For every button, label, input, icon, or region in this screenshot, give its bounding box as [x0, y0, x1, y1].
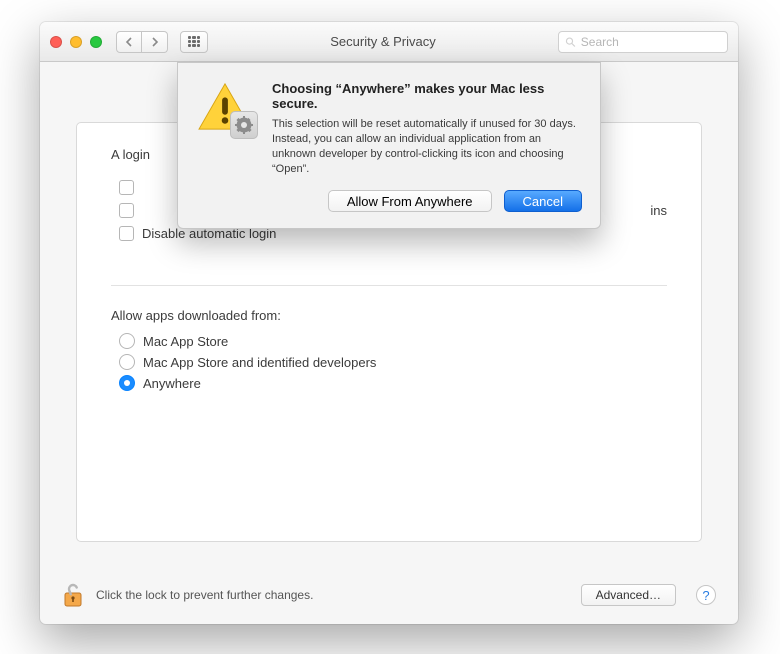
gear-icon: [230, 111, 258, 139]
search-field[interactable]: [558, 31, 728, 53]
help-button[interactable]: ?: [696, 585, 716, 605]
radio-mac-app-store[interactable]: [119, 333, 135, 349]
sheet-icon: [196, 81, 258, 212]
window-title: Security & Privacy: [216, 34, 550, 49]
confirmation-sheet: Choosing “Anywhere” makes your Mac less …: [177, 62, 601, 229]
close-window-button[interactable]: [50, 36, 62, 48]
preferences-window: Security & Privacy A login ins: [40, 22, 738, 624]
radio-label-3: Anywhere: [143, 376, 201, 391]
sheet-body: Choosing “Anywhere” makes your Mac less …: [272, 81, 582, 212]
search-icon: [565, 36, 576, 48]
nav-buttons: [116, 31, 168, 53]
forward-button[interactable]: [142, 31, 168, 53]
lock-text: Click the lock to prevent further change…: [96, 588, 313, 602]
radio-anywhere[interactable]: [119, 375, 135, 391]
chevron-left-icon: [125, 37, 133, 47]
footer: Click the lock to prevent further change…: [40, 566, 738, 624]
radio-row-mac-app-store[interactable]: Mac App Store: [119, 333, 667, 349]
sheet-button-row: Allow From Anywhere Cancel: [272, 190, 582, 212]
radio-row-identified[interactable]: Mac App Store and identified developers: [119, 354, 667, 370]
cancel-button[interactable]: Cancel: [504, 190, 582, 212]
checkbox-1[interactable]: [119, 180, 134, 195]
window-controls: [50, 36, 102, 48]
checkbox-3[interactable]: [119, 226, 134, 241]
show-all-button[interactable]: [180, 31, 208, 53]
radio-label-2: Mac App Store and identified developers: [143, 355, 376, 370]
sheet-heading: Choosing “Anywhere” makes your Mac less …: [272, 81, 582, 111]
back-button[interactable]: [116, 31, 142, 53]
radio-identified-developers[interactable]: [119, 354, 135, 370]
chevron-right-icon: [151, 37, 159, 47]
divider: [111, 285, 667, 286]
zoom-window-button[interactable]: [90, 36, 102, 48]
checkbox-2-trailing: ins: [650, 203, 667, 218]
radio-label-1: Mac App Store: [143, 334, 228, 349]
advanced-button[interactable]: Advanced…: [581, 584, 676, 606]
titlebar: Security & Privacy: [40, 22, 738, 62]
grid-icon: [188, 36, 200, 48]
search-input[interactable]: [581, 35, 721, 49]
radio-row-anywhere[interactable]: Anywhere: [119, 375, 667, 391]
unlock-icon[interactable]: [62, 581, 84, 609]
checkbox-2[interactable]: [119, 203, 134, 218]
login-label: A login: [111, 147, 150, 162]
allow-from-anywhere-button[interactable]: Allow From Anywhere: [328, 190, 492, 212]
sheet-text: This selection will be reset automatical…: [272, 117, 582, 176]
minimize-window-button[interactable]: [70, 36, 82, 48]
allow-apps-label: Allow apps downloaded from:: [111, 308, 667, 323]
